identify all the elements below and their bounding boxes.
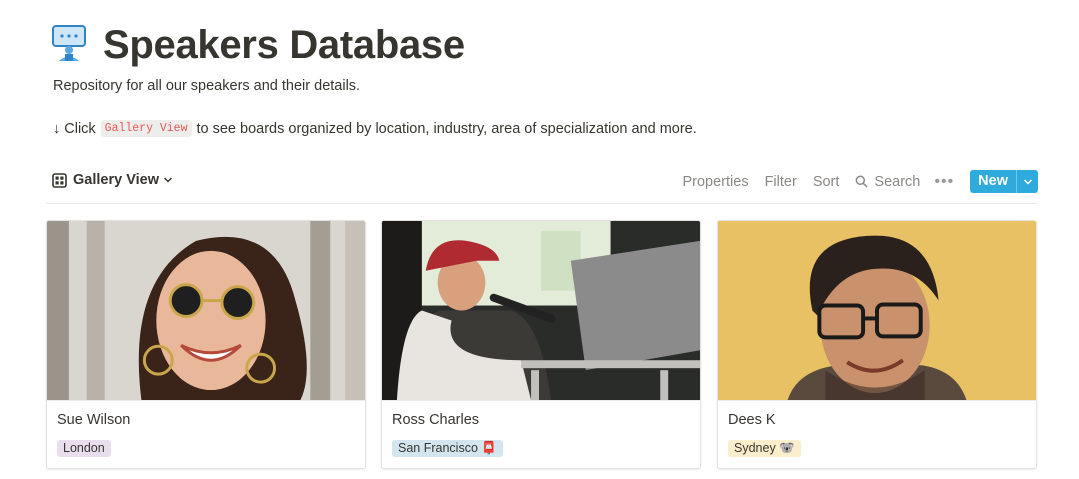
new-dropdown-button[interactable]	[1016, 170, 1038, 193]
sort-button[interactable]: Sort	[813, 174, 840, 190]
card-cover-image	[382, 221, 700, 401]
search-icon	[855, 175, 868, 188]
search-button[interactable]: Search	[855, 174, 920, 190]
page-hint: ↓ Click Gallery View to see boards organ…	[53, 120, 697, 137]
location-tag: London	[57, 440, 111, 457]
chevron-down-icon	[163, 177, 173, 183]
gallery-card[interactable]: Ross Charles San Francisco 📮	[381, 220, 701, 469]
card-title: Dees K	[728, 412, 776, 428]
chevron-down-icon	[1023, 178, 1032, 185]
view-switcher[interactable]: Gallery View	[52, 172, 173, 188]
card-cover-image	[47, 221, 365, 401]
hint-rest-text: to see boards organized by location, ind…	[196, 120, 697, 137]
presenter-icon	[50, 24, 88, 62]
new-button[interactable]: New	[970, 170, 1016, 193]
properties-button[interactable]: Properties	[682, 174, 748, 190]
gallery-view-code: Gallery View	[100, 120, 192, 137]
database-toolbar: Gallery View Properties Filter Sort Sear…	[46, 166, 1038, 204]
page-description: Repository for all our speakers and thei…	[53, 78, 361, 94]
more-options-icon[interactable]: •••	[934, 173, 954, 191]
gallery-card[interactable]: Dees K Sydney 🐨	[717, 220, 1037, 469]
card-title: Ross Charles	[392, 412, 480, 428]
location-tag: San Francisco 📮	[392, 440, 503, 457]
page-title: Speakers Database	[103, 23, 465, 67]
search-label: Search	[874, 173, 921, 190]
toolbar-actions: Properties Filter Sort Search ••• New	[666, 170, 1038, 193]
view-label: Gallery View	[73, 172, 159, 188]
gallery-card[interactable]: Sue Wilson London	[46, 220, 366, 469]
down-arrow-icon: ↓	[53, 120, 61, 137]
filter-button[interactable]: Filter	[765, 174, 797, 190]
new-button-group: New	[970, 170, 1038, 193]
location-tag: Sydney 🐨	[728, 440, 801, 457]
hint-click-text: Click	[64, 120, 96, 137]
card-cover-image	[718, 221, 1036, 401]
card-title: Sue Wilson	[57, 412, 131, 428]
grid-icon	[52, 172, 67, 188]
